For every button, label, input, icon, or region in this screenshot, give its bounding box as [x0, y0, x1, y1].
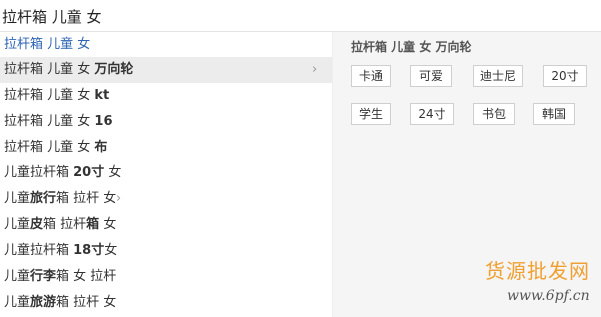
- suggestion-item[interactable]: 儿童旅游箱 拉杆 女: [0, 290, 332, 316]
- suggestion-text: kt: [94, 88, 110, 103]
- suggestion-text: 16: [94, 114, 113, 129]
- suggestion-text: 拉杆箱 儿童 女: [4, 62, 95, 77]
- suggestion-text: 箱 拉杆 女: [56, 295, 117, 310]
- suggestion-text: 儿童: [4, 269, 31, 284]
- suggestion-item[interactable]: 拉杆箱 儿童 女 万向轮 ›: [0, 57, 332, 83]
- suggestion-text: 行李: [30, 269, 57, 284]
- suggestion-item[interactable]: 儿童拉杆箱 20寸 女: [0, 160, 332, 186]
- tag-button[interactable]: 书包: [473, 103, 515, 125]
- suggestion-list: 拉杆箱 儿童 女拉杆箱 儿童 女 万向轮 › 拉杆箱 儿童 女 kt 拉杆箱 儿童 女…: [0, 32, 332, 317]
- tag-button[interactable]: 迪士尼: [473, 65, 523, 87]
- tag-button[interactable]: 卡通: [351, 65, 391, 87]
- suggestion-text: 皮: [30, 217, 44, 232]
- suggestion-text: 儿童拉杆箱: [4, 165, 74, 180]
- suggestion-text: 拉杆箱 儿童 女: [4, 114, 95, 129]
- related-panel: 拉杆箱 儿童 女 万向轮 卡通 可爱 迪士尼 20寸 学生 24寸 书包 韩国 …: [333, 32, 601, 317]
- suggestion-text: 箱 拉杆 女: [56, 191, 117, 206]
- suggestion-item[interactable]: 儿童行李箱 女 拉杆: [0, 264, 332, 290]
- suggestion-text: 20寸: [73, 165, 105, 180]
- chevron-right-icon: ›: [312, 62, 318, 77]
- suggestion-text: 儿童: [4, 191, 31, 206]
- suggestion-text: 箱: [86, 217, 100, 232]
- related-panel-title: 拉杆箱 儿童 女 万向轮: [351, 40, 472, 54]
- suggestion-text: 拉杆箱 儿童 女: [4, 140, 95, 155]
- suggestion-item[interactable]: 拉杆箱 儿童 女: [0, 32, 332, 58]
- suggestion-text: 万向轮: [94, 62, 134, 77]
- tag-button[interactable]: 24寸: [410, 103, 454, 125]
- suggestion-item[interactable]: 拉杆箱 儿童 女 kt: [0, 83, 332, 109]
- tag-button[interactable]: 学生: [351, 103, 391, 125]
- suggestion-text: 儿童拉杆箱: [4, 243, 74, 258]
- search-box: [0, 0, 601, 32]
- suggestion-text: 儿童: [4, 217, 31, 232]
- suggestion-item[interactable]: 儿童旅行箱 拉杆 女 ›: [0, 186, 332, 212]
- suggestion-item[interactable]: 拉杆箱 儿童 女 16: [0, 109, 332, 135]
- suggestion-text: 旅游: [30, 295, 57, 310]
- suggestion-text: 旅行: [30, 191, 57, 206]
- watermark-url: www.6pf.cn: [507, 288, 590, 304]
- search-input[interactable]: [2, 4, 592, 28]
- tag-button[interactable]: 可爱: [410, 65, 452, 87]
- watermark-brand: 货源批发网: [485, 259, 590, 283]
- suggestion-item[interactable]: 儿童皮箱 拉杆箱 女: [0, 212, 332, 238]
- suggestion-text: 女: [104, 165, 122, 180]
- suggestion-text: 18寸: [73, 243, 105, 258]
- suggestion-item[interactable]: 拉杆箱 儿童 女 布: [0, 135, 332, 161]
- suggestion-text: 布: [94, 140, 108, 155]
- suggestion-text: 箱 女 拉杆: [56, 269, 117, 284]
- suggestion-text: 女: [99, 217, 117, 232]
- suggestion-text: 女: [104, 243, 118, 258]
- chevron-right-icon: ›: [116, 191, 122, 206]
- suggestion-text: 拉杆箱 儿童 女: [4, 88, 95, 103]
- suggestion-text: 拉杆箱 儿童 女: [4, 37, 91, 52]
- suggestion-item[interactable]: 儿童拉杆箱 18寸女: [0, 238, 332, 264]
- suggestion-text: 箱 拉杆: [43, 217, 87, 232]
- watermark: 货源批发网 www.6pf.cn: [485, 255, 595, 315]
- suggestion-text: 儿童: [4, 295, 31, 310]
- tag-button[interactable]: 20寸: [543, 65, 587, 87]
- tag-button[interactable]: 韩国: [533, 103, 575, 125]
